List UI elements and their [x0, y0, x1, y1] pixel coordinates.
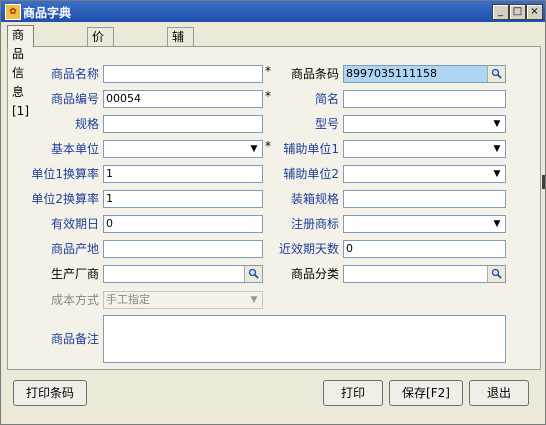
packing-input[interactable] — [343, 190, 506, 208]
cost-method-label: 成本方式 — [50, 293, 99, 307]
base-unit-select[interactable]: ▼ — [103, 140, 263, 158]
close-button[interactable]: × — [526, 4, 543, 20]
tab-product-info[interactable]: 商品信息[1] — [7, 25, 34, 118]
near-days-label: 近效期天数 — [278, 242, 339, 256]
remark-textarea[interactable] — [103, 315, 506, 363]
resize-grip[interactable] — [542, 175, 545, 189]
chevron-down-icon[interactable]: ▼ — [490, 117, 504, 131]
maximize-button[interactable]: □ — [509, 4, 526, 20]
near-days-input[interactable]: 0 — [343, 240, 506, 258]
base-unit-label: 基本单位 — [50, 142, 99, 156]
valid-days-input[interactable]: 0 — [103, 215, 263, 233]
category-label: 商品分类 — [290, 267, 339, 281]
search-icon[interactable] — [487, 66, 505, 82]
origin-input[interactable] — [103, 240, 263, 258]
cost-method-value: 手工指定 — [106, 293, 150, 306]
barcode-input[interactable]: 8997035111158 — [343, 65, 506, 83]
required-mark: * — [265, 139, 271, 153]
print-button[interactable]: 打印 — [323, 380, 383, 406]
unit1-rate-input[interactable]: 1 — [103, 165, 263, 183]
product-code-input[interactable]: 00054 — [103, 90, 263, 108]
product-dictionary-window: ✿ 商品字典 _ □ × 商品信息[1] 价格信息[2] 辅助信息[3] 商品名… — [0, 0, 546, 425]
barcode-value: 8997035111158 — [346, 67, 437, 80]
trademark-select[interactable]: ▼ — [343, 215, 506, 233]
unit2-rate-label: 单位2换算率 — [31, 192, 99, 206]
aux-unit2-select[interactable]: ▼ — [343, 165, 506, 183]
search-icon[interactable] — [244, 266, 262, 282]
product-name-label: 商品名称 — [50, 67, 99, 81]
aux-unit2-label: 辅助单位2 — [283, 167, 339, 181]
unit1-rate-label: 单位1换算率 — [31, 167, 99, 181]
required-mark: * — [265, 89, 271, 103]
window-title: 商品字典 — [23, 6, 72, 20]
minimize-button[interactable]: _ — [492, 4, 509, 20]
save-button[interactable]: 保存[F2] — [389, 380, 463, 406]
spec-label: 规格 — [74, 117, 99, 131]
chevron-down-icon[interactable]: ▼ — [490, 167, 504, 181]
chevron-down-icon: ▼ — [250, 295, 258, 305]
tab-price-info[interactable]: 价格信息[2] — [87, 27, 114, 120]
required-mark: * — [265, 64, 271, 78]
valid-days-label: 有效期日 — [50, 217, 99, 231]
spec-input[interactable] — [103, 115, 263, 133]
short-name-label: 简名 — [314, 92, 339, 106]
aux-unit1-select[interactable]: ▼ — [343, 140, 506, 158]
category-input[interactable] — [343, 265, 506, 283]
tab-aux-info[interactable]: 辅助信息[3] — [167, 27, 194, 120]
short-name-input[interactable] — [343, 90, 506, 108]
trademark-label: 注册商标 — [290, 217, 339, 231]
remark-label: 商品备注 — [50, 332, 99, 346]
app-icon: ✿ — [5, 4, 21, 20]
model-label: 型号 — [314, 117, 339, 131]
barcode-label: 商品条码 — [290, 67, 339, 81]
search-icon[interactable] — [487, 266, 505, 282]
manufacturer-input[interactable] — [103, 265, 263, 283]
exit-button[interactable]: 退出 — [469, 380, 529, 406]
chevron-down-icon[interactable]: ▼ — [490, 142, 504, 156]
manufacturer-label: 生产厂商 — [50, 267, 99, 281]
cost-method-select: 手工指定 ▼ — [103, 291, 263, 309]
product-name-input[interactable] — [103, 65, 263, 83]
product-code-label: 商品编号 — [50, 92, 99, 106]
chevron-down-icon[interactable]: ▼ — [247, 142, 261, 156]
aux-unit1-label: 辅助单位1 — [283, 142, 339, 156]
origin-label: 商品产地 — [50, 242, 99, 256]
print-barcode-button[interactable]: 打印条码 — [13, 380, 87, 406]
unit2-rate-input[interactable]: 1 — [103, 190, 263, 208]
model-select[interactable]: ▼ — [343, 115, 506, 133]
chevron-down-icon[interactable]: ▼ — [490, 217, 504, 231]
title-bar[interactable]: ✿ 商品字典 _ □ × — [1, 1, 545, 22]
packing-label: 装箱规格 — [290, 192, 339, 206]
